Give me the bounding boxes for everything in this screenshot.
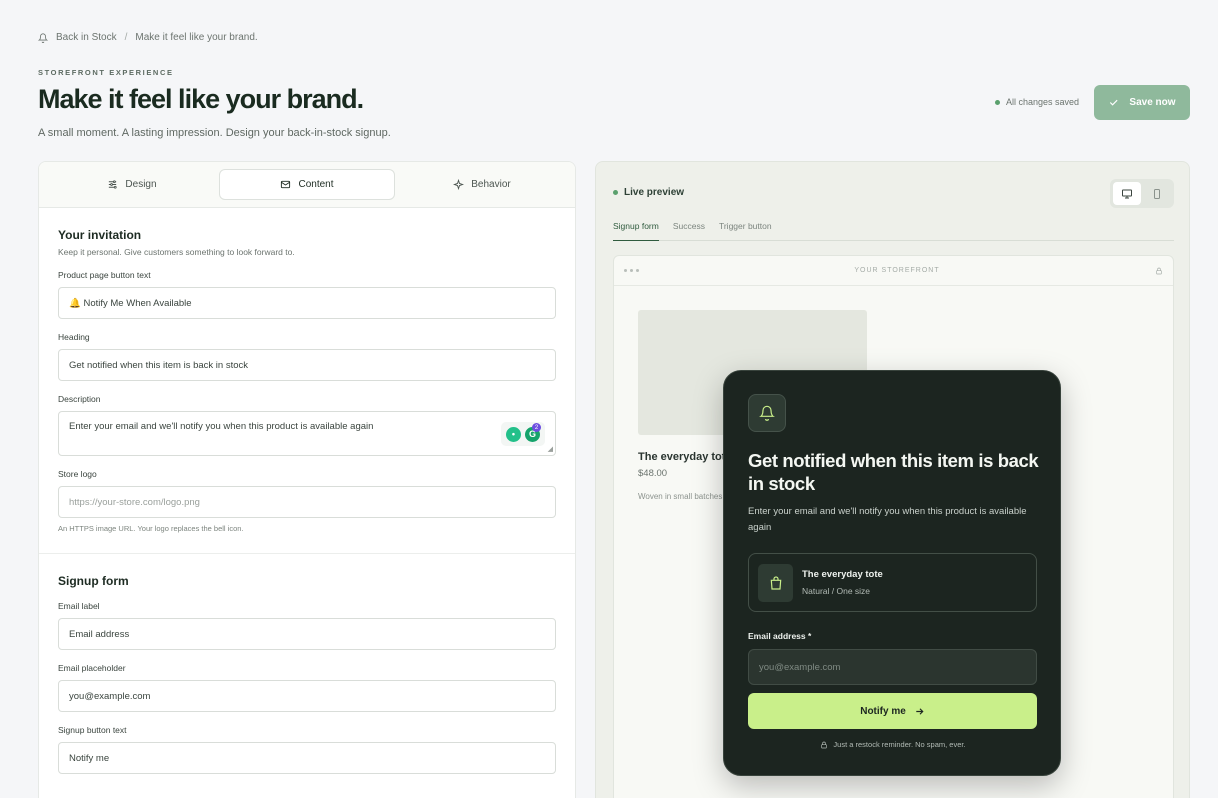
modal-email-input[interactable]: you@example.com — [748, 649, 1037, 685]
heading-input[interactable]: Get notified when this item is back in s… — [58, 349, 556, 381]
heading-label: Heading — [58, 332, 90, 342]
lock-icon — [821, 741, 828, 748]
arrow-right-icon — [916, 707, 924, 715]
breadcrumb-separator: / — [124, 32, 128, 43]
notify-me-button[interactable]: Notify me — [748, 693, 1037, 729]
lock-icon — [1156, 267, 1162, 274]
live-preview-label: Live preview — [613, 187, 684, 198]
email-placeholder-label: Email placeholder — [58, 663, 126, 673]
modal-email-label: Email address * — [748, 631, 812, 641]
page-title: Make it feel like your brand. — [38, 84, 364, 114]
modal-product-name: The everyday tote — [802, 569, 883, 580]
tab-design-label: Design — [125, 179, 157, 190]
signup-title: Signup form — [58, 574, 129, 588]
invitation-section: Your invitation Keep it personal. Give c… — [39, 228, 575, 533]
grammar-count-badge: 2 — [532, 423, 541, 432]
breadcrumb: Back in Stock / Make it feel like your b… — [38, 32, 258, 43]
tab-content[interactable]: Content — [219, 169, 395, 200]
modal-bell-badge — [748, 394, 786, 432]
modal-fine-print: Just a restock reminder. No spam, ever. — [724, 740, 1062, 749]
breadcrumb-root[interactable]: Back in Stock — [56, 32, 117, 43]
page-subtitle: A small moment. A lasting impression. De… — [38, 127, 391, 139]
resize-handle-icon[interactable]: ◢ — [548, 445, 553, 453]
editor-tabs: Design Content Behavior — [39, 162, 575, 208]
section-divider — [39, 553, 575, 554]
invitation-title: Your invitation — [58, 228, 142, 242]
modal-product-card: The everyday tote Natural / One size — [748, 553, 1037, 612]
storefront-bar: YOUR STOREFRONT — [614, 256, 1173, 286]
notify-me-label: Notify me — [860, 705, 906, 717]
preview-tab-signup[interactable]: Signup form — [613, 221, 659, 241]
invitation-subtitle: Keep it personal. Give customers somethi… — [58, 247, 295, 257]
monitor-icon — [1121, 189, 1132, 198]
sparkle-icon — [453, 179, 465, 190]
modal-fine-print-text: Just a restock reminder. No spam, ever. — [833, 740, 966, 749]
email-placeholder-input[interactable]: you@example.com — [58, 680, 556, 712]
description-text: Enter your email and we'll notify you wh… — [69, 421, 374, 432]
save-button[interactable]: Save now — [1094, 85, 1190, 120]
signup-section: Signup form Email label Email address Em… — [39, 574, 575, 774]
tab-behavior-label: Behavior — [471, 179, 511, 190]
store-logo-label: Store logo — [58, 469, 97, 479]
preview-tab-trigger[interactable]: Trigger button — [719, 221, 772, 241]
live-preview-text: Live preview — [624, 187, 685, 198]
bell-icon — [38, 32, 48, 43]
check-icon — [1110, 99, 1118, 106]
editor-panel: Design Content Behavior Your invitation … — [38, 161, 576, 798]
breadcrumb-current: Make it feel like your brand. — [135, 32, 258, 43]
button-text-label: Product page button text — [58, 270, 151, 280]
store-logo-hint: An HTTPS image URL. Your logo replaces t… — [58, 524, 244, 533]
modal-description: Enter your email and we'll notify you wh… — [748, 506, 1027, 533]
store-logo-input[interactable]: https://your-store.com/logo.png — [58, 486, 556, 518]
desktop-view-button[interactable] — [1113, 182, 1141, 205]
window-dots — [624, 269, 639, 272]
modal-product-variant: Natural / One size — [802, 586, 871, 596]
description-textarea[interactable]: Enter your email and we'll notify you wh… — [58, 411, 556, 456]
email-label-input[interactable]: Email address — [58, 618, 556, 650]
lightbulb-icon: • — [506, 426, 521, 442]
product-price: $48.00 — [638, 468, 668, 479]
mail-icon — [281, 180, 291, 189]
preview-tabs: Signup form Success Trigger button — [613, 221, 1174, 241]
page-eyebrow: STOREFRONT EXPERIENCE — [38, 68, 174, 77]
mobile-view-button[interactable] — [1144, 182, 1172, 205]
device-toggle — [1110, 179, 1174, 208]
grammar-widget[interactable]: • G 2 — [501, 422, 545, 446]
save-status-text: All changes saved — [1006, 97, 1080, 107]
description-label: Description — [58, 394, 101, 404]
bell-icon — [759, 405, 775, 421]
sliders-icon — [109, 180, 118, 189]
signup-modal: Get notified when this item is back in s… — [723, 370, 1061, 776]
save-button-label: Save now — [1129, 97, 1176, 108]
signup-button-label: Signup button text — [58, 725, 127, 735]
shopping-bag-icon — [758, 563, 793, 602]
product-description: Woven in small batches — [638, 492, 723, 501]
save-status: All changes saved — [995, 97, 1079, 107]
product-name: The everyday tote — [638, 451, 732, 463]
email-label-label: Email label — [58, 601, 100, 611]
status-dot — [995, 99, 1000, 105]
modal-heading: Get notified when this item is back in s… — [748, 450, 1039, 494]
tab-design[interactable]: Design — [45, 169, 219, 200]
signup-button-input[interactable]: Notify me — [58, 742, 556, 774]
live-dot — [613, 190, 618, 195]
tab-behavior[interactable]: Behavior — [395, 169, 569, 200]
phone-icon — [1154, 188, 1161, 199]
storefront-label: YOUR STOREFRONT — [854, 267, 940, 274]
preview-tab-success[interactable]: Success — [673, 221, 705, 241]
button-text-input[interactable]: 🔔 Notify Me When Available — [58, 287, 556, 319]
tab-content-label: Content — [298, 179, 334, 190]
